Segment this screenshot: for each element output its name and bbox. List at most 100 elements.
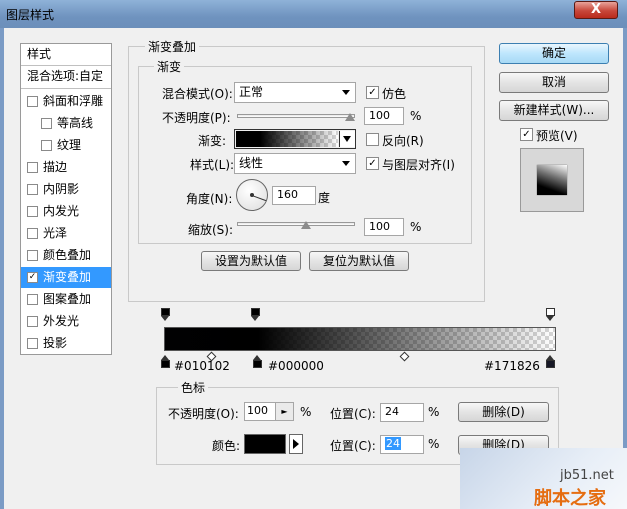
chevron-right-icon — [293, 439, 299, 449]
opacity-input[interactable]: 100 — [364, 107, 404, 125]
style-select[interactable]: 线性 — [234, 153, 356, 174]
style-item-label: 光泽 — [43, 226, 68, 240]
blend-options-item[interactable]: 混合选项:自定 — [21, 66, 111, 87]
style-item-label: 颜色叠加 — [43, 248, 92, 262]
chevron-right-icon[interactable]: ► — [275, 403, 293, 420]
color-location-unit: % — [428, 437, 440, 451]
style-item-checkbox[interactable] — [27, 294, 38, 305]
gradient-dropdown-button[interactable] — [339, 131, 355, 147]
styles-header-label: 样式 — [27, 47, 52, 61]
style-item-label: 投影 — [43, 336, 68, 350]
style-item-inner-shadow[interactable]: 内阴影 — [21, 179, 111, 200]
ok-button[interactable]: 确定 — [499, 43, 609, 64]
style-item-checkbox[interactable]: ✓ — [27, 272, 38, 283]
opacity-slider[interactable] — [237, 114, 355, 118]
opacity-location-unit: % — [428, 405, 440, 419]
style-item-texture[interactable]: 纹理 — [21, 135, 111, 156]
gradient-subgroup-title: 渐变 — [154, 58, 185, 75]
opacity-location-input[interactable]: 24 — [380, 403, 424, 422]
preview-checkbox[interactable]: ✓ — [520, 128, 533, 141]
reverse-checkbox[interactable] — [366, 133, 379, 146]
scale-slider-thumb[interactable] — [301, 221, 311, 229]
reset-default-button[interactable]: 复位为默认值 — [309, 251, 409, 271]
stop-color-swatch[interactable] — [244, 434, 286, 454]
preview-label: 预览(V) — [536, 129, 578, 143]
cancel-button[interactable]: 取消 — [499, 72, 609, 93]
blend-mode-label: 混合模式(O): — [162, 87, 233, 101]
close-button[interactable]: X — [574, 1, 618, 19]
color-location-value: 24 — [385, 437, 401, 450]
delete-opacity-stop-button[interactable]: 删除(D) — [458, 402, 549, 422]
scale-unit: % — [410, 220, 422, 234]
opacity-stop-0[interactable] — [161, 308, 170, 321]
style-item-label: 等高线 — [57, 116, 94, 130]
style-item-gradient-overlay[interactable]: ✓ 渐变叠加 — [21, 267, 111, 288]
scale-slider[interactable] — [237, 222, 355, 226]
opacity-slider-thumb[interactable] — [345, 113, 355, 121]
style-item-checkbox[interactable] — [27, 206, 38, 217]
style-item-contour[interactable]: 等高线 — [21, 113, 111, 134]
scale-input[interactable]: 100 — [364, 218, 404, 236]
title-bar[interactable]: 图层样式 X — [0, 0, 627, 28]
color-stop-100[interactable] — [546, 355, 555, 368]
gradient-overlay-title: 渐变叠加 — [145, 38, 200, 55]
style-item-bevel[interactable]: 斜面和浮雕 — [21, 91, 111, 112]
window-title: 图层样式 — [6, 8, 55, 22]
dither-checkbox[interactable]: ✓ — [366, 86, 379, 99]
gradient-picker[interactable] — [234, 129, 356, 149]
style-item-label: 渐变叠加 — [43, 270, 92, 284]
style-item-checkbox[interactable] — [27, 162, 38, 173]
color-stop-24[interactable] — [253, 355, 262, 368]
blend-mode-value: 正常 — [239, 85, 264, 99]
opacity-unit: % — [410, 109, 422, 123]
style-item-label: 内发光 — [43, 204, 80, 218]
stop-hex-label: #171826 — [484, 359, 540, 373]
opacity-label: 不透明度(P): — [162, 111, 231, 125]
style-item-checkbox[interactable] — [27, 184, 38, 195]
style-item-checkbox[interactable] — [41, 118, 52, 129]
style-item-checkbox[interactable] — [27, 338, 38, 349]
angle-input[interactable]: 160 — [272, 186, 316, 205]
stop-hex-label: #000000 — [268, 359, 324, 373]
styles-header[interactable]: 样式 — [21, 44, 111, 65]
angle-center — [250, 193, 254, 197]
new-style-button[interactable]: 新建样式(W)... — [499, 100, 609, 121]
chevron-down-icon — [342, 90, 350, 95]
align-layer-checkbox[interactable]: ✓ — [366, 157, 379, 170]
gradient-preview — [236, 131, 338, 147]
color-location-label: 位置(C): — [330, 439, 376, 453]
style-item-checkbox[interactable] — [27, 250, 38, 261]
styles-list: 样式 混合选项:自定 斜面和浮雕等高线纹理 描边 内阴影内发光光泽颜色叠加 ✓ 渐变叠加… — [20, 43, 112, 355]
style-item-drop-shadow[interactable]: 投影 — [21, 333, 111, 354]
style-item-color-overlay[interactable]: 颜色叠加 — [21, 245, 111, 266]
watermark: jb51.net 脚本之家 — [460, 448, 627, 509]
chevron-down-icon — [343, 136, 351, 142]
style-item-checkbox[interactable] — [27, 96, 38, 107]
style-item-inner-glow[interactable]: 内发光 — [21, 201, 111, 222]
stop-opacity-input[interactable]: 100 ► — [244, 402, 294, 421]
style-item-checkbox[interactable] — [27, 316, 38, 327]
stop-color-arrow[interactable] — [289, 434, 303, 454]
make-default-button[interactable]: 设置为默认值 — [201, 251, 301, 271]
blend-mode-select[interactable]: 正常 — [234, 82, 356, 103]
color-stop-0[interactable] — [161, 355, 170, 368]
align-layer-label: 与图层对齐(I) — [382, 158, 455, 172]
opacity-stop-24[interactable] — [251, 308, 260, 321]
style-label: 样式(L): — [190, 158, 235, 172]
gradient-bar — [165, 328, 555, 350]
style-item-checkbox[interactable] — [41, 140, 52, 151]
watermark-brand: 脚本之家 — [534, 488, 606, 509]
style-item-checkbox[interactable] — [27, 228, 38, 239]
style-item-satin[interactable]: 光泽 — [21, 223, 111, 244]
stop-opacity-value: 100 — [247, 404, 268, 417]
angle-dial[interactable] — [236, 179, 268, 211]
style-item-pattern-overlay[interactable]: 图案叠加 — [21, 289, 111, 310]
style-item-label: 斜面和浮雕 — [43, 94, 104, 108]
color-location-input[interactable]: 24 — [380, 435, 424, 454]
opacity-stop-100[interactable] — [546, 308, 555, 321]
gradient-label: 渐变: — [198, 134, 227, 148]
gradient-bar-bg[interactable] — [164, 327, 556, 351]
style-item-stroke[interactable]: 描边 — [21, 157, 111, 178]
gradient-preview-bg — [236, 131, 338, 147]
style-item-outer-glow[interactable]: 外发光 — [21, 311, 111, 332]
